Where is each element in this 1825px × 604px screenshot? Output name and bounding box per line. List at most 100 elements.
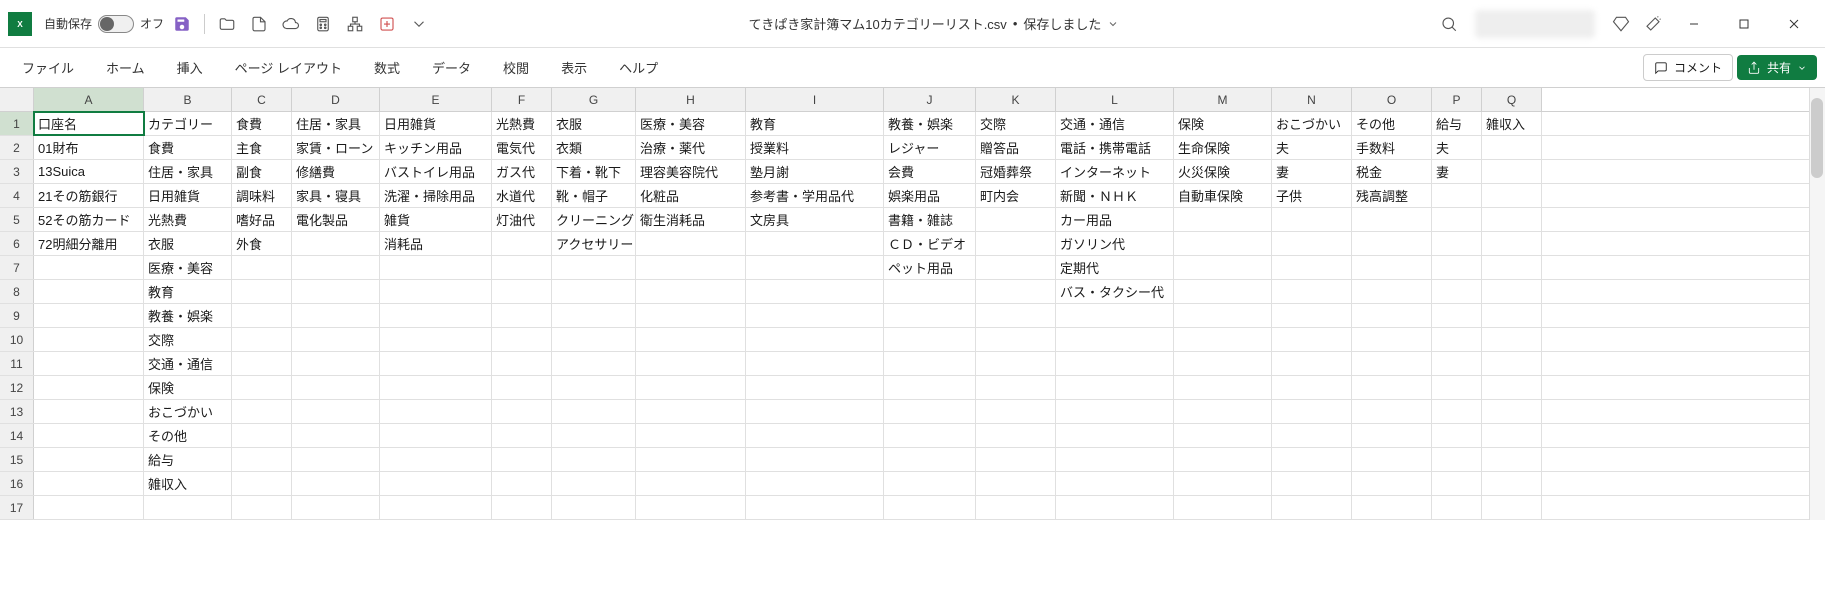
row-header-13[interactable]: 13 <box>0 400 34 423</box>
cell-O8[interactable] <box>1352 280 1432 303</box>
share-button[interactable]: 共有 <box>1737 55 1817 80</box>
cell-O13[interactable] <box>1352 400 1432 423</box>
column-header-A[interactable]: A <box>34 88 144 111</box>
cell-J4[interactable]: 娯楽用品 <box>884 184 976 207</box>
column-header-P[interactable]: P <box>1432 88 1482 111</box>
cell-K7[interactable] <box>976 256 1056 279</box>
cell-H1[interactable]: 医療・美容 <box>636 112 746 135</box>
column-header-C[interactable]: C <box>232 88 292 111</box>
cell-L11[interactable] <box>1056 352 1174 375</box>
cell-E11[interactable] <box>380 352 492 375</box>
cell-E15[interactable] <box>380 448 492 471</box>
cell-P7[interactable] <box>1432 256 1482 279</box>
cell-C3[interactable]: 副食 <box>232 160 292 183</box>
cell-C16[interactable] <box>232 472 292 495</box>
row-header-12[interactable]: 12 <box>0 376 34 399</box>
diamond-icon[interactable] <box>1607 10 1635 38</box>
cell-O15[interactable] <box>1352 448 1432 471</box>
cell-D17[interactable] <box>292 496 380 519</box>
cell-L15[interactable] <box>1056 448 1174 471</box>
row-header-14[interactable]: 14 <box>0 424 34 447</box>
cell-O3[interactable]: 税金 <box>1352 160 1432 183</box>
cell-O12[interactable] <box>1352 376 1432 399</box>
cell-K8[interactable] <box>976 280 1056 303</box>
maximize-button[interactable] <box>1721 8 1767 40</box>
search-icon[interactable] <box>1435 10 1463 38</box>
cell-B7[interactable]: 医療・美容 <box>144 256 232 279</box>
cell-B9[interactable]: 教養・娯楽 <box>144 304 232 327</box>
cell-C7[interactable] <box>232 256 292 279</box>
cell-J17[interactable] <box>884 496 976 519</box>
calculator-icon[interactable] <box>309 10 337 38</box>
cell-A6[interactable]: 72明細分離用 <box>34 232 144 255</box>
cell-N8[interactable] <box>1272 280 1352 303</box>
cell-F2[interactable]: 電気代 <box>492 136 552 159</box>
column-header-D[interactable]: D <box>292 88 380 111</box>
cell-B16[interactable]: 雑収入 <box>144 472 232 495</box>
row-header-4[interactable]: 4 <box>0 184 34 207</box>
cell-G5[interactable]: クリーニング <box>552 208 636 231</box>
cell-A5[interactable]: 52その筋カード <box>34 208 144 231</box>
column-header-F[interactable]: F <box>492 88 552 111</box>
cell-F12[interactable] <box>492 376 552 399</box>
cell-E14[interactable] <box>380 424 492 447</box>
cell-M16[interactable] <box>1174 472 1272 495</box>
cell-L3[interactable]: インターネット <box>1056 160 1174 183</box>
ribbon-tab-7[interactable]: 表示 <box>547 50 601 85</box>
cell-I4[interactable]: 参考書・学用品代 <box>746 184 884 207</box>
cell-I16[interactable] <box>746 472 884 495</box>
cell-G2[interactable]: 衣類 <box>552 136 636 159</box>
column-header-H[interactable]: H <box>636 88 746 111</box>
cell-P16[interactable] <box>1432 472 1482 495</box>
cell-N7[interactable] <box>1272 256 1352 279</box>
cell-G14[interactable] <box>552 424 636 447</box>
cell-Q7[interactable] <box>1482 256 1542 279</box>
row-header-16[interactable]: 16 <box>0 472 34 495</box>
cell-H4[interactable]: 化粧品 <box>636 184 746 207</box>
cell-M13[interactable] <box>1174 400 1272 423</box>
column-header-O[interactable]: O <box>1352 88 1432 111</box>
vertical-scrollbar[interactable] <box>1809 88 1825 520</box>
cell-L13[interactable] <box>1056 400 1174 423</box>
cell-M7[interactable] <box>1174 256 1272 279</box>
cell-K15[interactable] <box>976 448 1056 471</box>
cell-D16[interactable] <box>292 472 380 495</box>
cell-C11[interactable] <box>232 352 292 375</box>
cell-N10[interactable] <box>1272 328 1352 351</box>
cell-O9[interactable] <box>1352 304 1432 327</box>
cell-P6[interactable] <box>1432 232 1482 255</box>
cell-G15[interactable] <box>552 448 636 471</box>
cell-G11[interactable] <box>552 352 636 375</box>
cell-F1[interactable]: 光熱費 <box>492 112 552 135</box>
ribbon-tab-1[interactable]: ホーム <box>92 50 159 85</box>
cell-B2[interactable]: 食費 <box>144 136 232 159</box>
new-file-icon[interactable] <box>245 10 273 38</box>
cell-I8[interactable] <box>746 280 884 303</box>
cell-M11[interactable] <box>1174 352 1272 375</box>
cell-G12[interactable] <box>552 376 636 399</box>
cell-Q11[interactable] <box>1482 352 1542 375</box>
cell-M4[interactable]: 自動車保険 <box>1174 184 1272 207</box>
cell-K6[interactable] <box>976 232 1056 255</box>
cell-N15[interactable] <box>1272 448 1352 471</box>
cell-D6[interactable] <box>292 232 380 255</box>
cell-D8[interactable] <box>292 280 380 303</box>
cell-H3[interactable]: 理容美容院代 <box>636 160 746 183</box>
cell-B4[interactable]: 日用雑貨 <box>144 184 232 207</box>
cell-F6[interactable] <box>492 232 552 255</box>
cell-K2[interactable]: 贈答品 <box>976 136 1056 159</box>
cell-A9[interactable] <box>34 304 144 327</box>
ribbon-tab-4[interactable]: 数式 <box>360 50 414 85</box>
cell-F11[interactable] <box>492 352 552 375</box>
cell-A11[interactable] <box>34 352 144 375</box>
cell-I11[interactable] <box>746 352 884 375</box>
cloud-icon[interactable] <box>277 10 305 38</box>
cell-Q16[interactable] <box>1482 472 1542 495</box>
cell-G16[interactable] <box>552 472 636 495</box>
cell-G17[interactable] <box>552 496 636 519</box>
cell-H7[interactable] <box>636 256 746 279</box>
cell-K14[interactable] <box>976 424 1056 447</box>
cell-B8[interactable]: 教育 <box>144 280 232 303</box>
cell-P17[interactable] <box>1432 496 1482 519</box>
cell-D13[interactable] <box>292 400 380 423</box>
